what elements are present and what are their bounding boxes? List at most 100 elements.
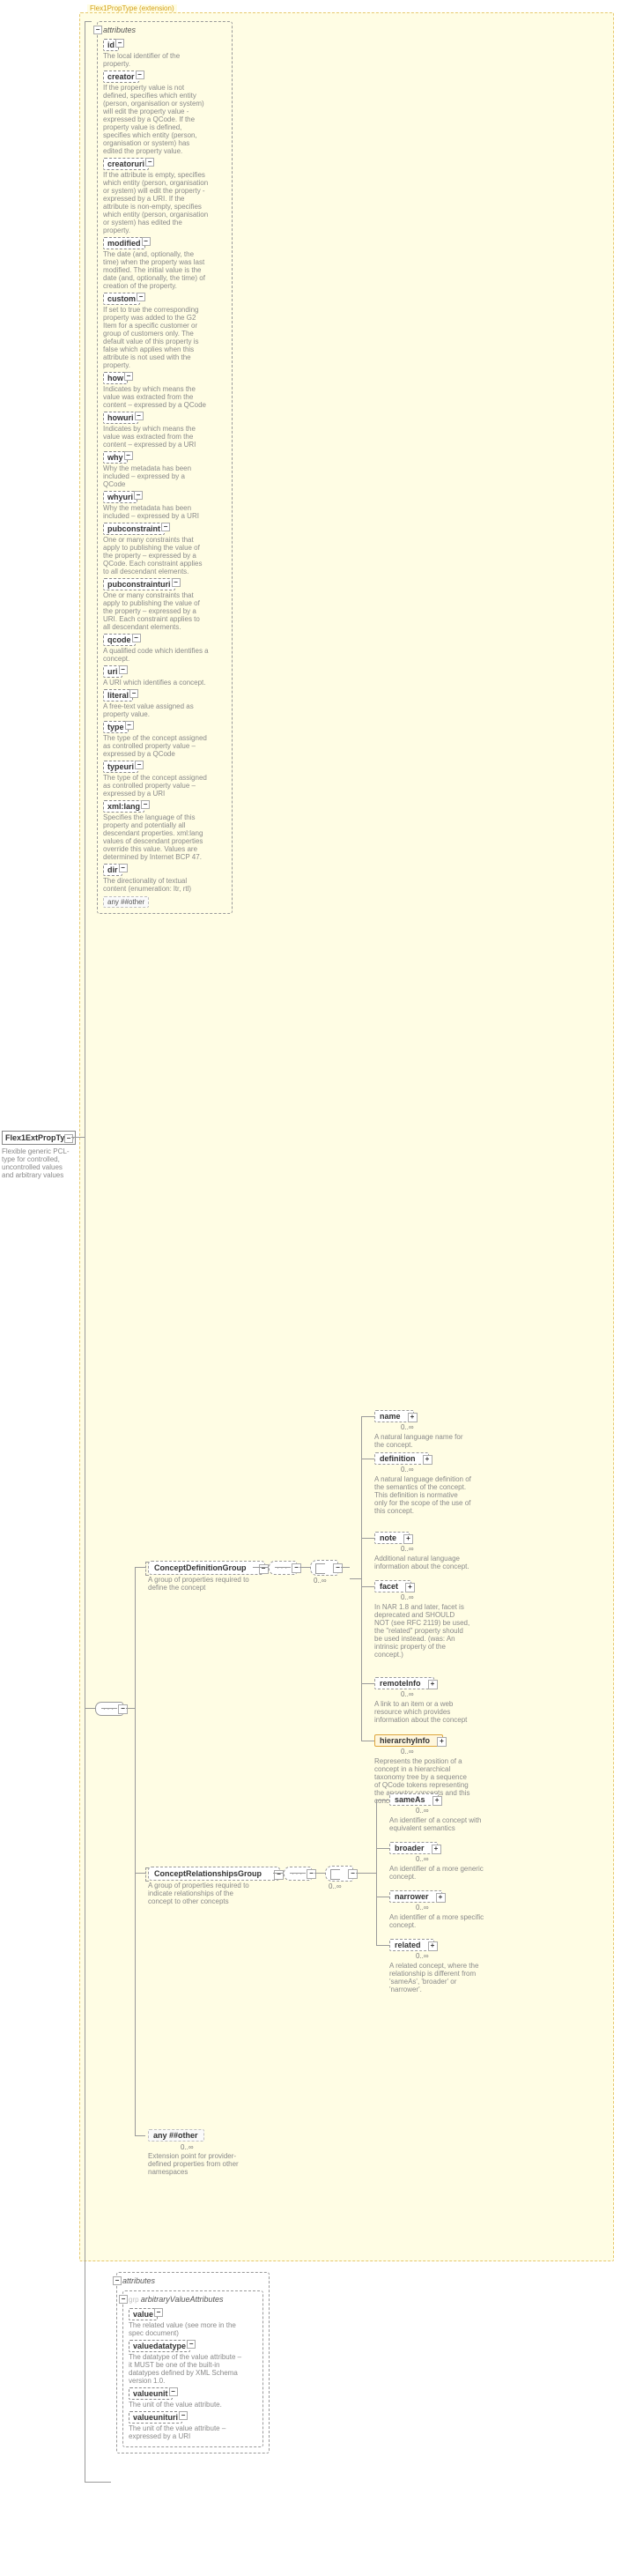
element-label: broader [395,1844,425,1852]
element-label: sameAs [395,1795,425,1804]
minus-icon[interactable]: − [129,689,138,698]
minus-icon[interactable]: − [125,721,134,730]
minus-icon[interactable]: − [179,2411,188,2420]
minus-icon[interactable]: − [333,1563,343,1573]
attribute-row: xml:lang−Specifies the language of this … [103,800,226,861]
minus-icon[interactable]: − [307,1869,316,1879]
plus-icon[interactable]: + [405,1583,415,1592]
xs-any-attribute: any ##other [103,896,149,908]
element-related[interactable]: related+ [389,1939,434,1951]
minus-icon[interactable]: − [135,761,144,769]
minus-icon[interactable]: − [274,1870,284,1880]
plus-icon[interactable]: + [436,1893,446,1903]
plus-icon[interactable]: + [437,1737,447,1747]
attribute-row: valuedatatype−The datatype of the value … [129,2340,257,2385]
minus-icon[interactable]: − [154,2308,163,2317]
attribute-row: pubconstrainturi−One or many constraints… [103,578,226,631]
minus-icon[interactable]: − [132,634,141,642]
element-desc: A link to an item or a web resource whic… [374,1700,471,1724]
minus-icon[interactable]: − [187,2340,196,2349]
minus-icon[interactable]: − [172,578,181,587]
occurrence-label: 0..∞ [416,1807,429,1815]
attribute-row: whyuri−Why the metadata has been include… [103,491,226,520]
plus-icon[interactable]: + [432,1845,441,1854]
minus-icon[interactable]: − [141,800,150,809]
element-sameAs[interactable]: sameAs + [389,1793,439,1806]
element-name[interactable]: name+ [374,1410,414,1422]
occurrence-label: 0..∞ [314,1577,327,1585]
element-note[interactable]: note + [374,1532,410,1544]
element-desc: An identifier of a more generic concept. [389,1865,486,1881]
plus-icon[interactable]: + [403,1534,413,1544]
minus-icon[interactable]: − [137,293,145,301]
minus-icon[interactable]: − [119,864,128,872]
minus-icon[interactable]: − [124,372,133,381]
attribute-row: literal− A free-text value assigned as pr… [103,689,226,718]
element-label: definition [380,1454,416,1463]
plus-icon[interactable]: + [428,1941,438,1951]
attribute-name: creator [103,71,139,83]
element-label: note [380,1533,396,1542]
element-facet[interactable]: facet+ [374,1580,411,1592]
minus-icon[interactable]: − [115,39,124,48]
root-element-box[interactable]: Flex1ExtPropType − [2,1131,76,1145]
attr-group-frame: − arbitraryValueAttributes value−The rel… [122,2290,263,2447]
attribute-desc: Why the metadata has been included – exp… [103,464,209,488]
attribute-desc: The type of the concept assigned as cont… [103,734,209,758]
minus-icon[interactable]: − [142,237,151,246]
attribute-desc: One or many constraints that apply to pu… [103,536,209,575]
attribute-desc: The directionality of textual content (e… [103,877,209,893]
attribute-name: literal [103,689,133,702]
minus-icon[interactable]: − [119,2295,128,2304]
element-label: related [395,1941,421,1949]
element-narrower[interactable]: narrower+ [389,1890,442,1903]
minus-icon[interactable]: − [169,2387,178,2396]
minus-icon[interactable]: − [348,1869,358,1879]
group-desc: A group of properties required to indica… [148,1882,254,1905]
attribute-desc: The type of the concept assigned as cont… [103,774,209,798]
occurrence-label: 0..∞ [416,1855,429,1863]
minus-icon[interactable]: − [124,451,133,460]
occurrence-label: 0..∞ [401,1466,414,1474]
attribute-row: howuri−Indicates by which means the valu… [103,412,226,449]
element-broader[interactable]: broader + [389,1842,438,1854]
minus-icon[interactable]: − [93,26,102,34]
element-definition[interactable]: definition + [374,1452,429,1465]
plus-icon[interactable]: + [408,1413,418,1422]
element-hierarchyInfo[interactable]: hierarchyInfo+ [374,1734,443,1747]
element-remoteInfo[interactable]: remoteInfo+ [374,1677,434,1689]
attribute-row: modified−The date (and, optionally, the … [103,237,226,290]
attributes-header: attributes [122,2276,155,2285]
minus-icon[interactable]: − [259,1564,269,1574]
minus-icon[interactable]: − [145,158,154,167]
element-label: remoteInfo [380,1679,421,1688]
attribute-row: id−The local identifier of the property. [103,39,226,68]
minus-icon[interactable]: − [118,1704,128,1714]
minus-icon[interactable]: − [136,71,144,79]
attribute-desc: A URI which identifies a concept. [103,679,209,687]
group-label: ConceptRelationshipsGroup [154,1869,262,1878]
plus-icon[interactable]: + [428,1680,438,1689]
attribute-desc: Why the metadata has been included – exp… [103,504,209,520]
minus-icon[interactable]: − [134,491,143,500]
group-conceptdefinition[interactable]: ConceptDefinitionGroup − [148,1561,265,1575]
xs-any-element: any ##other [148,2129,204,2142]
minus-icon[interactable]: − [292,1563,301,1573]
attribute-name: valueunit [129,2387,173,2400]
group-conceptrelationships[interactable]: ConceptRelationshipsGroup − [148,1867,280,1881]
minus-icon[interactable]: − [161,523,170,531]
attribute-desc: If the property value is not defined, sp… [103,84,209,155]
attribute-name: custom [103,293,140,305]
minus-icon[interactable]: − [135,412,144,420]
element-label: name [380,1412,401,1421]
element-label: facet [380,1582,398,1591]
plus-icon[interactable]: + [423,1455,432,1465]
minus-icon[interactable]: − [119,665,128,674]
minus-icon[interactable]: − [64,1134,73,1143]
occurrence-label: 0..∞ [416,1952,429,1960]
minus-icon[interactable]: − [113,2276,122,2285]
attribute-name: howuri [103,412,138,424]
attribute-row: dir−The directionality of textual conten… [103,864,226,893]
attribute-desc: A free-text value assigned as property v… [103,702,209,718]
plus-icon[interactable]: + [432,1796,442,1806]
